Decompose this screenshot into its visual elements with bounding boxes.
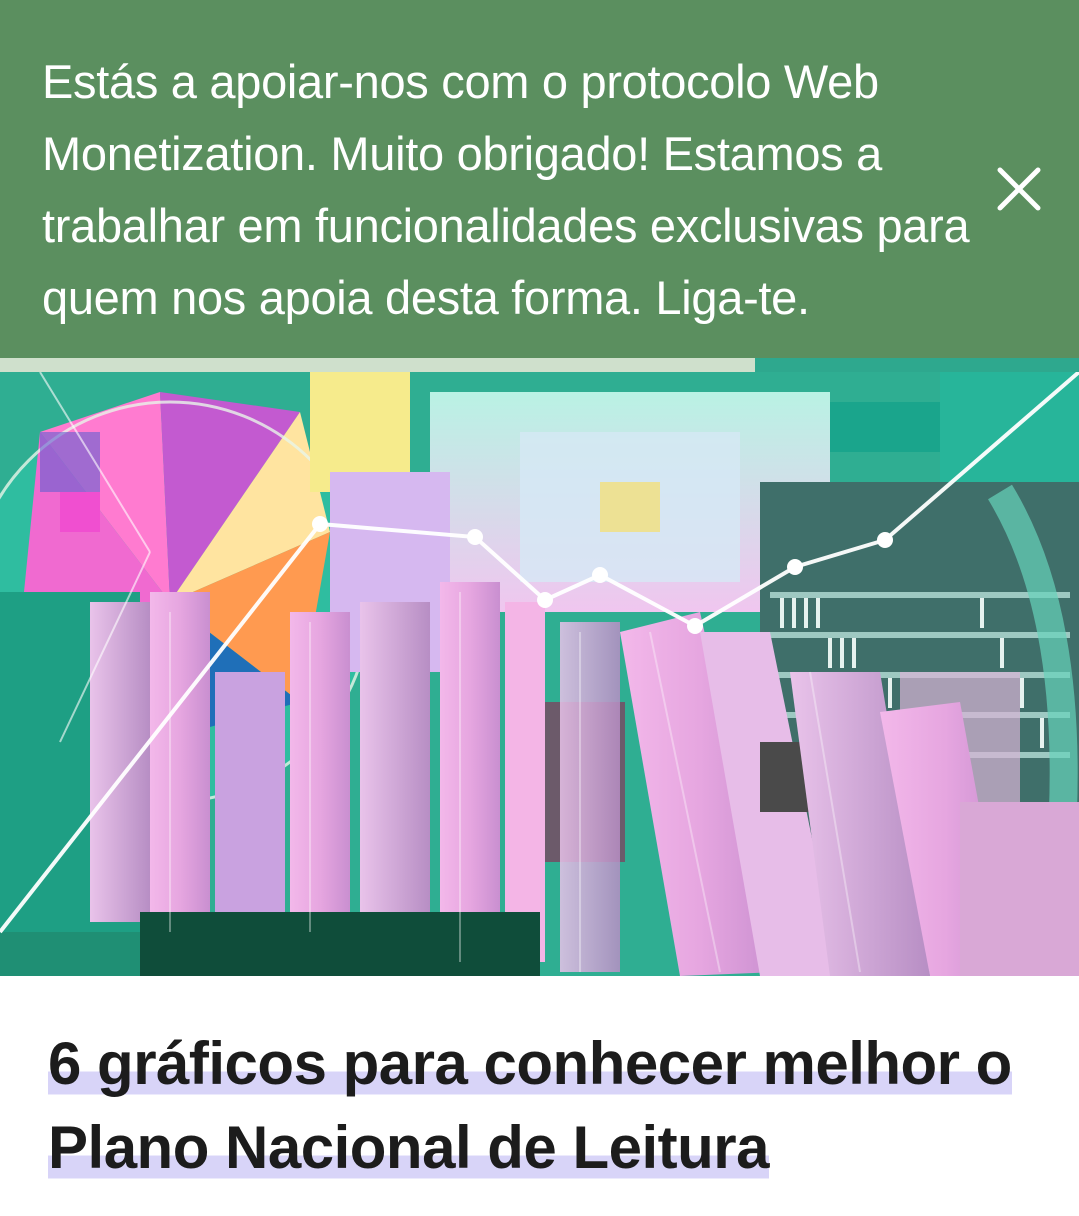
close-icon bbox=[997, 167, 1041, 211]
monetization-banner: Estás a apoiar-nos com o protocolo Web M… bbox=[0, 0, 1079, 358]
collage-image bbox=[0, 372, 1079, 976]
banner-message: Estás a apoiar-nos com o protocolo Web M… bbox=[42, 55, 970, 324]
article-title-line-1: 6 gráficos para conhecer melhor o bbox=[48, 1030, 1012, 1097]
close-button[interactable] bbox=[986, 156, 1052, 222]
reading-progress-bar bbox=[0, 358, 1079, 372]
hero-image bbox=[0, 372, 1079, 976]
reading-progress-fill bbox=[0, 358, 756, 372]
article-title-line-2: Plano Nacional de Leitura bbox=[48, 1114, 770, 1181]
article-title[interactable]: 6 gráficos para conhecer melhor o Plano … bbox=[48, 1022, 1048, 1190]
